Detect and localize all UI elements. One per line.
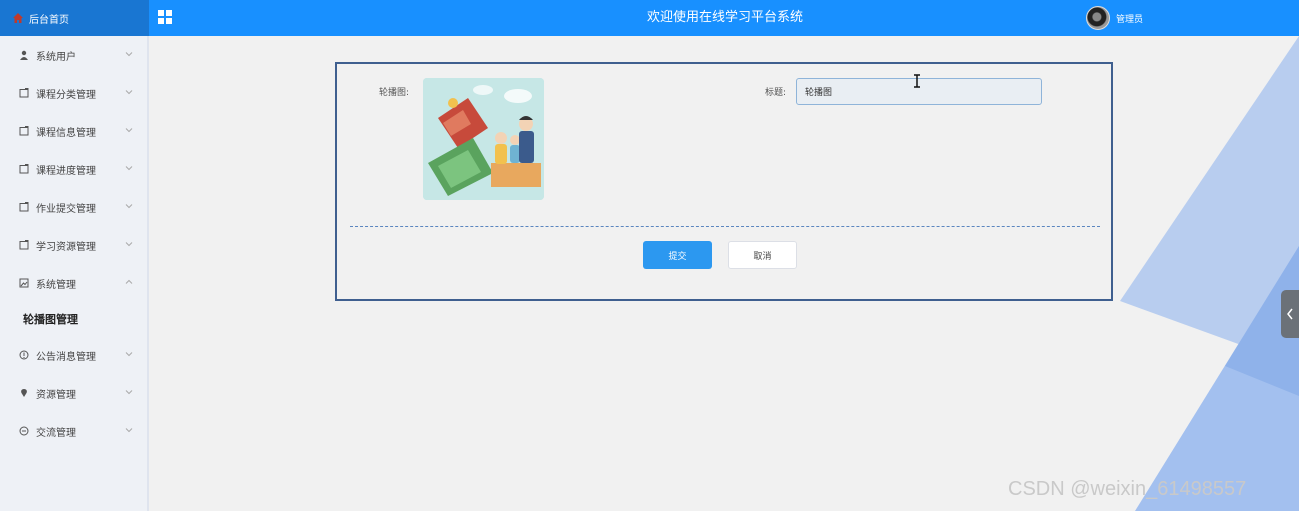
chevron-down-icon [125, 204, 133, 209]
sidebar-item-course-progress[interactable]: 课程进度管理 [0, 150, 147, 188]
sidebar-item-label: 系统管理 [36, 279, 76, 291]
chevron-left-icon [1287, 308, 1293, 320]
chevron-down-icon [125, 428, 133, 433]
sidebar-item-label: 作业提交管理 [36, 203, 96, 215]
info-icon [19, 350, 29, 360]
sidebar-item-system-users[interactable]: 系统用户 [0, 36, 147, 74]
image-icon [19, 278, 29, 288]
cancel-button[interactable]: 取消 [728, 241, 797, 269]
avatar [1086, 6, 1110, 30]
sidebar-item-label: 系统用户 [36, 51, 76, 63]
chevron-down-icon [125, 242, 133, 247]
sidebar-item-resources[interactable]: 资源管理 [0, 374, 147, 412]
user-icon [20, 50, 28, 60]
sidebar-item-announcements[interactable]: 公告消息管理 [0, 336, 147, 374]
carousel-illustration [423, 78, 544, 200]
chevron-up-icon [125, 279, 133, 284]
sidebar-item-label: 课程信息管理 [36, 127, 96, 139]
sidebar-item-label: 学习资源管理 [36, 241, 96, 253]
doc-icon [19, 240, 29, 250]
edit-form-panel: 轮播图: 标题: 提交 取消 [335, 62, 1113, 301]
divider [350, 226, 1100, 227]
carousel-image[interactable] [423, 78, 544, 200]
chevron-down-icon [125, 52, 133, 57]
sidebar-item-course-info[interactable]: 课程信息管理 [0, 112, 147, 150]
chevron-down-icon [125, 390, 133, 395]
home-icon [13, 13, 23, 23]
location-icon [21, 389, 27, 397]
chevron-down-icon [125, 352, 133, 357]
text-cursor-icon [914, 74, 920, 88]
image-label: 轮播图: [379, 88, 410, 98]
chevron-down-icon [125, 166, 133, 171]
home-label: 后台首页 [29, 14, 69, 26]
collapse-handle[interactable] [1281, 290, 1299, 338]
sidebar-item-label: 资源管理 [36, 389, 76, 401]
doc-icon [19, 202, 29, 212]
sidebar-item-communication[interactable]: 交流管理 [0, 412, 147, 450]
user-name: 管理员 [1116, 14, 1144, 25]
sidebar-item-label: 交流管理 [36, 427, 76, 439]
grid-menu-icon[interactable] [158, 10, 172, 24]
background-decoration [1120, 36, 1299, 511]
sidebar-item-system-management[interactable]: 系统管理 [0, 264, 147, 302]
sidebar-item-course-category[interactable]: 课程分类管理 [0, 74, 147, 112]
sidebar-item-label: 公告消息管理 [36, 351, 96, 363]
doc-icon [19, 164, 29, 174]
doc-icon [19, 126, 29, 136]
home-link[interactable]: 后台首页 [0, 0, 149, 36]
top-bar: 后台首页 欢迎使用在线学习平台系统 管理员 [0, 0, 1299, 36]
watermark: CSDN @weixin_61498557 [1008, 478, 1247, 500]
sidebar-item-homework[interactable]: 作业提交管理 [0, 188, 147, 226]
sidebar-item-label: 课程进度管理 [36, 165, 96, 177]
chevron-down-icon [125, 128, 133, 133]
sidebar-item-label: 课程分类管理 [36, 89, 96, 101]
sidebar-item-learning-resources[interactable]: 学习资源管理 [0, 226, 147, 264]
submit-button[interactable]: 提交 [643, 241, 712, 269]
sidebar: 系统用户 课程分类管理 课程信息管理 课程进度管理 作业提交管理 学习资源管理 … [0, 36, 149, 511]
chat-icon [19, 426, 29, 436]
title-label: 标题: [765, 88, 787, 98]
user-menu[interactable]: 管理员 [1086, 6, 1143, 30]
chevron-down-icon [125, 90, 133, 95]
doc-icon [19, 88, 29, 98]
sidebar-subitem-carousel[interactable]: 轮播图管理 [0, 302, 147, 336]
